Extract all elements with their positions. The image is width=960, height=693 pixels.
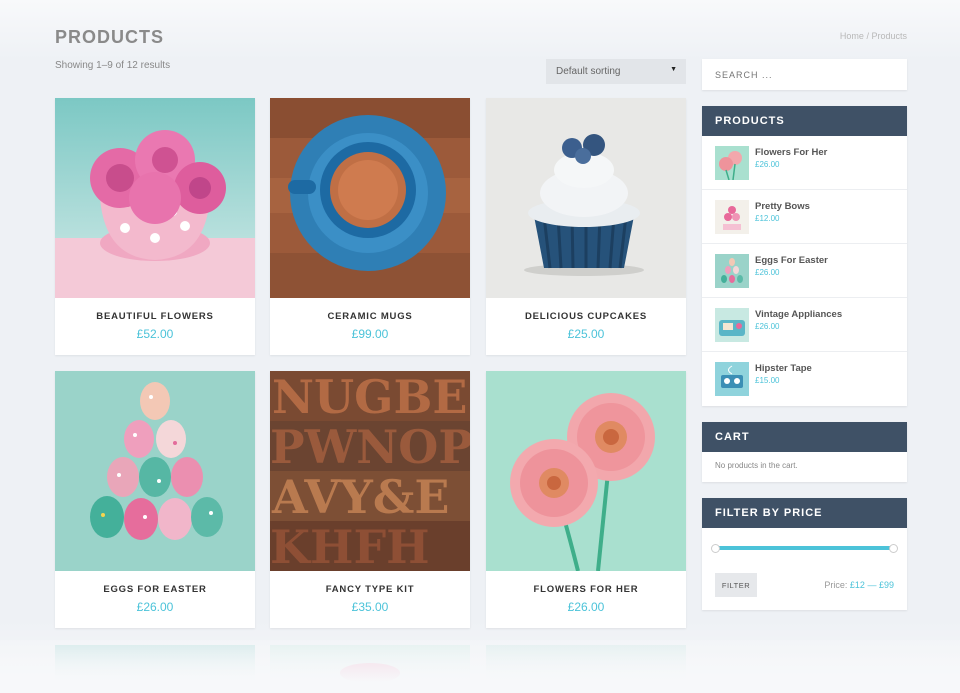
widget-product-price: £15.00 bbox=[755, 376, 780, 385]
widget-product-name[interactable]: Pretty Bows bbox=[755, 201, 810, 212]
price-slider-min-handle[interactable] bbox=[711, 544, 720, 553]
widget-product-price: £26.00 bbox=[755, 268, 780, 277]
product-image-mugs[interactable] bbox=[270, 98, 470, 298]
widget-product-item[interactable]: Vintage Appliances £26.00 bbox=[702, 298, 907, 352]
widget-product-thumb[interactable] bbox=[715, 362, 749, 396]
product-name[interactable]: EGGS FOR EASTER bbox=[55, 584, 255, 595]
caret-down-icon: ▼ bbox=[670, 66, 677, 73]
widget-product-price: £12.00 bbox=[755, 214, 780, 223]
widget-product-item[interactable]: Eggs For Easter £26.00 bbox=[702, 244, 907, 298]
filter-button[interactable]: FILTER bbox=[715, 573, 757, 597]
breadcrumb-separator: / bbox=[866, 31, 869, 41]
product-image-type-kit[interactable]: NUGBE PWNOP AVY&E KHFH bbox=[270, 371, 470, 571]
product-card[interactable]: NUGBE PWNOP AVY&E KHFH FANCY TYPE KIT £3… bbox=[270, 371, 470, 628]
price-filter-title: FILTER BY PRICE bbox=[702, 498, 907, 528]
product-name[interactable]: BEAUTIFUL FLOWERS bbox=[55, 311, 255, 322]
widget-product-name[interactable]: Hipster Tape bbox=[755, 363, 812, 374]
price-slider-range[interactable] bbox=[715, 546, 894, 550]
cart-empty-text: No products in the cart. bbox=[715, 461, 798, 470]
page-title: PRODUCTS bbox=[55, 27, 165, 47]
widget-product-thumb[interactable] bbox=[715, 200, 749, 234]
products-widget-title: PRODUCTS bbox=[702, 106, 907, 136]
widget-product-item[interactable]: Flowers For Her £26.00 bbox=[702, 136, 907, 190]
widget-product-price: £26.00 bbox=[755, 322, 780, 331]
price-label: Price: bbox=[824, 580, 848, 590]
product-image-eggs[interactable] bbox=[55, 371, 255, 571]
product-name[interactable]: FLOWERS FOR HER bbox=[486, 584, 686, 595]
product-price: £25.00 bbox=[567, 327, 605, 341]
products-widget: PRODUCTS Flowers For Her £26.00 Pretty B… bbox=[702, 106, 907, 406]
breadcrumb-current: Products bbox=[871, 31, 907, 41]
product-price: £99.00 bbox=[351, 327, 389, 341]
widget-product-name[interactable]: Flowers For Her bbox=[755, 147, 827, 158]
product-card[interactable]: DELICIOUS CUPCAKES £25.00 bbox=[486, 98, 686, 355]
widget-product-name[interactable]: Vintage Appliances bbox=[755, 309, 842, 320]
product-card[interactable]: CERAMIC MUGS £99.00 bbox=[270, 98, 470, 355]
price-range-label: Price: £12 — £99 bbox=[824, 580, 894, 590]
price-slider-max-handle[interactable] bbox=[889, 544, 898, 553]
product-card[interactable]: EGGS FOR EASTER £26.00 bbox=[55, 371, 255, 628]
cart-widget-title: CART bbox=[702, 422, 907, 452]
product-price: £35.00 bbox=[351, 600, 389, 614]
svg-text:AVY&E: AVY&E bbox=[271, 470, 449, 524]
widget-product-name[interactable]: Eggs For Easter bbox=[755, 255, 828, 266]
cart-widget: CART No products in the cart. bbox=[702, 422, 907, 482]
product-image-cupcake[interactable] bbox=[486, 98, 686, 298]
svg-text:PWNOP: PWNOP bbox=[270, 420, 470, 474]
widget-product-thumb[interactable] bbox=[715, 146, 749, 180]
widget-product-item[interactable]: Hipster Tape £15.00 bbox=[702, 352, 907, 406]
product-price: £26.00 bbox=[136, 600, 174, 614]
price-max: £99 bbox=[878, 580, 894, 590]
sorting-value: Default sorting bbox=[556, 66, 621, 77]
widget-product-price: £26.00 bbox=[755, 160, 780, 169]
product-card[interactable]: BEAUTIFUL FLOWERS £52.00 bbox=[55, 98, 255, 355]
price-min: £12 bbox=[849, 580, 865, 590]
result-count: Showing 1–9 of 12 results bbox=[55, 60, 171, 71]
product-price: £26.00 bbox=[567, 600, 605, 614]
product-name[interactable]: CERAMIC MUGS bbox=[270, 311, 470, 322]
product-image-gerberas[interactable] bbox=[486, 371, 686, 571]
svg-text:KHFH: KHFH bbox=[270, 520, 430, 571]
breadcrumb-home-link[interactable]: Home bbox=[840, 31, 864, 41]
breadcrumb: Home / Products bbox=[840, 31, 907, 41]
price-dash: — bbox=[867, 580, 877, 590]
product-image-flowers[interactable] bbox=[55, 98, 255, 298]
search-input[interactable] bbox=[702, 59, 907, 90]
widget-product-thumb[interactable] bbox=[715, 254, 749, 288]
product-name[interactable]: FANCY TYPE KIT bbox=[270, 584, 470, 595]
product-name[interactable]: DELICIOUS CUPCAKES bbox=[486, 311, 686, 322]
sorting-select[interactable]: Default sorting ▼ bbox=[546, 59, 686, 84]
product-price: £52.00 bbox=[136, 327, 174, 341]
price-filter-widget: FILTER BY PRICE FILTER Price: £12 — £99 bbox=[702, 498, 907, 610]
product-card[interactable]: FLOWERS FOR HER £26.00 bbox=[486, 371, 686, 628]
svg-text:NUGBE: NUGBE bbox=[272, 371, 467, 424]
bottom-fade bbox=[0, 640, 960, 693]
widget-product-item[interactable]: Pretty Bows £12.00 bbox=[702, 190, 907, 244]
widget-product-thumb[interactable] bbox=[715, 308, 749, 342]
